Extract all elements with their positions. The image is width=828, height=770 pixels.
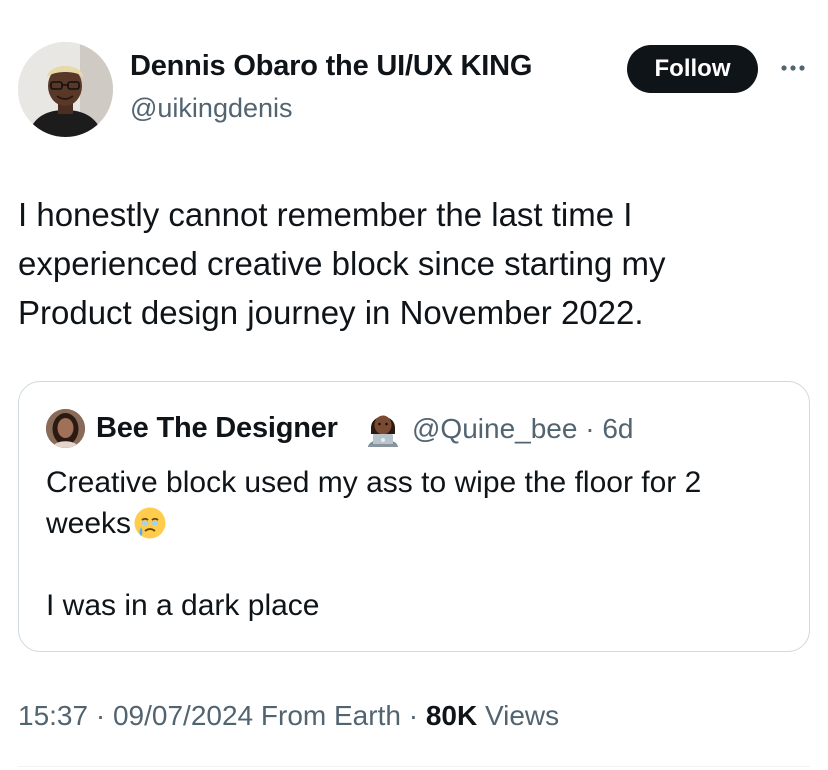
quote-text: Creative block used my ass to wipe the f… bbox=[46, 462, 786, 626]
tweet-location: From Earth bbox=[260, 700, 401, 731]
follow-button[interactable]: Follow bbox=[627, 45, 758, 93]
footer-separator: · bbox=[95, 700, 106, 731]
tweet: Dennis Obaro the UI/UX KING @uikingdenis… bbox=[0, 0, 828, 770]
quoted-tweet-card[interactable]: Bee The Designer @Quine_bee · 6d Creativ… bbox=[18, 381, 810, 652]
quote-author-meta: @Quine_bee · 6d bbox=[412, 413, 634, 444]
tweet-time[interactable]: 15:37 bbox=[18, 700, 88, 731]
quote-author-avatar[interactable] bbox=[46, 409, 85, 448]
author-handle[interactable]: @uikingdenis bbox=[130, 93, 293, 124]
quote-text-line-2: weeks bbox=[46, 507, 132, 540]
footer-separator: · bbox=[408, 700, 419, 731]
quote-text-line: Creative block used my ass to wipe the f… bbox=[46, 466, 702, 499]
tweet-date[interactable]: 09/07/2024 bbox=[113, 700, 253, 731]
views-count[interactable]: 80K bbox=[426, 700, 477, 731]
views-label[interactable]: Views bbox=[485, 700, 559, 731]
woman-technologist-emoji bbox=[368, 415, 398, 447]
quote-avatar-image bbox=[46, 409, 85, 448]
more-horizontal-icon[interactable] bbox=[778, 60, 808, 76]
tweet-text-line: Product design journey in November 2022. bbox=[18, 294, 644, 331]
author-name[interactable]: Dennis Obaro the UI/UX KING bbox=[130, 50, 532, 83]
tweet-text: I honestly cannot remember the last time… bbox=[18, 190, 808, 337]
tweet-text-line: I honestly cannot remember the last time… bbox=[18, 196, 633, 233]
face-holding-back-tears-emoji bbox=[134, 507, 166, 539]
author-avatar-image bbox=[18, 42, 113, 137]
divider bbox=[18, 766, 810, 767]
quote-author-name[interactable]: Bee The Designer bbox=[96, 412, 338, 445]
quote-text-line: I was in a dark place bbox=[46, 589, 320, 622]
quote-text-spacer bbox=[46, 544, 786, 585]
tweet-footer: 15:37 · 09/07/2024 From Earth · 80K View… bbox=[18, 700, 559, 732]
quote-text-line: weeks bbox=[46, 503, 786, 544]
tweet-text-line: experienced creative block since startin… bbox=[18, 245, 666, 282]
author-avatar[interactable] bbox=[18, 42, 113, 137]
